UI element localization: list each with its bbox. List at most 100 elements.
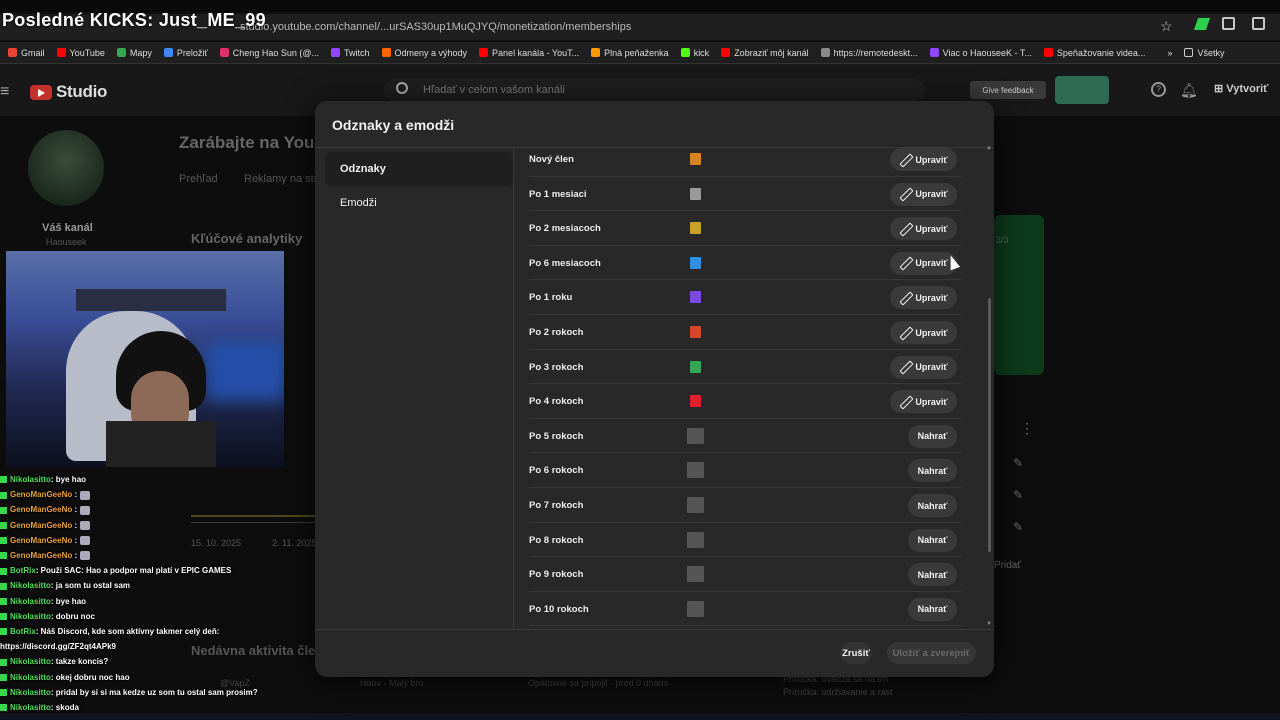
upload-badge-button[interactable]: Nahrať — [908, 528, 957, 552]
badge-row: Nový člen Upraviť — [529, 142, 961, 177]
upload-badge-button[interactable]: Nahrať — [908, 424, 957, 448]
feedback-button[interactable]: Give feedback — [970, 81, 1046, 99]
badge-green-icon — [690, 360, 701, 373]
badge-row: Po 1 mesiaci Upraviť — [529, 177, 961, 212]
nav-item-badges[interactable]: Odznaky — [325, 152, 513, 186]
create-button[interactable]: ⊞ Vytvoriť — [1214, 82, 1268, 95]
stream-extension-button[interactable] — [1055, 76, 1109, 104]
bookmark-item[interactable]: Viac o HaouseeK - T... — [929, 48, 1032, 58]
pencil-icon — [899, 361, 911, 373]
badge-name: Po 2 rokoch — [529, 327, 584, 338]
edit-badge-button[interactable]: Upraviť — [890, 286, 957, 310]
bookmark-item[interactable]: Zobraziť môj kanál — [721, 47, 809, 58]
bookmark-item[interactable]: Gmail — [8, 48, 45, 58]
pencil-icon — [899, 396, 911, 408]
url-text[interactable]: studio.youtube.com/channel/...urSAS30up1… — [240, 21, 631, 33]
pencil-icon — [899, 292, 911, 304]
add-button[interactable]: Pridať — [994, 560, 1021, 571]
dialog-title: Odznaky a emodži — [332, 117, 455, 133]
divider — [513, 148, 514, 629]
bookmark-item[interactable]: Speňažovanie videa... — [1043, 48, 1145, 58]
badge-purple-icon — [690, 291, 701, 304]
bookmark-item[interactable]: Mapy — [116, 48, 152, 58]
badge-row: Po 2 mesiacoch Upraviť — [529, 211, 961, 246]
upload-badge-button[interactable]: Nahrať — [908, 459, 957, 483]
studio-logo[interactable]: Studio — [30, 82, 107, 102]
upload-badge-button[interactable]: Nahrať — [908, 494, 957, 517]
edit-badge-button[interactable]: Upraviť — [890, 182, 957, 206]
edit-badge-button[interactable]: Upraviť — [890, 355, 957, 379]
save-publish-button[interactable]: Uložiť a zverejniť — [887, 642, 976, 664]
help-icon[interactable]: ? — [1151, 82, 1166, 97]
badge-placeholder-icon — [687, 462, 704, 479]
upload-badge-button[interactable]: Nahrať — [908, 563, 957, 587]
edit-badge-button[interactable]: Upraviť — [890, 321, 957, 344]
tab-ads[interactable]: Reklamy na str — [244, 173, 317, 185]
upload-badge-button[interactable]: Nahrať — [908, 597, 957, 621]
bookmark-label: Cheng Hao Sun (@... — [232, 47, 319, 58]
bookmark-label: Zobraziť môj kanál — [734, 47, 809, 58]
guide-link[interactable]: Príručka: udržiavanie a rast — [783, 686, 893, 699]
edit-badge-button[interactable]: Upraviť — [890, 251, 957, 275]
chat-username: Nikolasitto — [10, 596, 51, 606]
chat-username: Nikolasitto — [10, 657, 51, 667]
bookmark-favicon-icon — [163, 48, 173, 57]
bookmark-item[interactable]: Cheng Hao Sun (@... — [219, 47, 319, 58]
chat-text: : takze koncis? — [50, 657, 109, 667]
badge-row: Po 9 rokoch Nahrať — [529, 557, 961, 592]
scroll-down-icon[interactable]: ▼ — [986, 621, 992, 627]
cancel-button[interactable]: Zrušiť — [840, 642, 872, 664]
badge-name: Po 7 rokoch — [529, 500, 584, 511]
badge-row: Po 2 rokoch Upraviť — [529, 315, 961, 350]
button-label: Nahrať — [917, 500, 948, 511]
edit-pencil-icon[interactable]: ✎ — [1013, 456, 1023, 470]
bookmarks-folder[interactable]: Všetky — [1184, 48, 1224, 58]
badge-row: Po 3 rokoch Upraviť — [529, 350, 961, 385]
scroll-up-icon[interactable]: ▲ — [986, 145, 992, 151]
bookmark-favicon-icon — [219, 48, 229, 57]
bookmark-item[interactable]: Panel kanála - YouT... — [479, 48, 579, 58]
bookmark-favicon-icon — [381, 48, 391, 57]
window-icon[interactable] — [1252, 17, 1265, 30]
edit-badge-button[interactable]: Upraviť — [890, 217, 957, 241]
scrollbar-thumb[interactable] — [988, 298, 991, 552]
kick-badge-icon — [0, 674, 7, 682]
bookmark-star-icon[interactable]: ☆ — [1160, 18, 1173, 35]
chat-username: Nikolasitto — [10, 611, 51, 621]
more-options-icon[interactable]: ⋮ — [1020, 420, 1034, 437]
badge-row: Po 5 rokoch Nahrať — [529, 419, 961, 454]
bookmark-label: Plná peňaženka — [604, 47, 669, 58]
badge-gray-icon — [690, 187, 701, 200]
bookmark-item[interactable]: YouTube — [56, 48, 105, 58]
bookmark-item[interactable]: https://remotedeskt... — [820, 48, 918, 58]
bookmarks-more-icon[interactable]: » — [1167, 48, 1172, 58]
channel-avatar[interactable] — [28, 130, 104, 206]
kick-badge-icon — [0, 704, 7, 712]
chat-text: : — [72, 490, 78, 500]
chat-message: GenoManGeeNo : — [0, 533, 300, 548]
analytics-heading: Kľúčové analytiky — [191, 231, 303, 246]
bookmark-item[interactable]: kick — [680, 48, 709, 58]
button-label: Upraviť — [915, 258, 948, 269]
extensions-puzzle-icon[interactable] — [1222, 17, 1235, 30]
kick-badge-icon — [0, 628, 7, 636]
folder-label: Všetky — [1197, 47, 1225, 58]
edit-pencil-icon[interactable]: ✎ — [1013, 520, 1023, 534]
bookmark-item[interactable]: Odmeny a výhody — [381, 48, 467, 58]
badge-row: Po 8 rokoch Nahrať — [529, 523, 961, 558]
bookmark-item[interactable]: Plná peňaženka — [591, 48, 669, 58]
menu-icon[interactable]: ≡ — [0, 83, 9, 101]
chat-username: GenoManGeeNo — [10, 505, 73, 515]
edit-badge-button[interactable]: Upraviť — [890, 390, 957, 414]
notifications-bell-icon[interactable]: 🔔︎ — [1180, 82, 1198, 99]
edit-badge-button[interactable]: Upraviť — [890, 148, 957, 171]
bookmark-item[interactable]: Preložiť — [163, 48, 208, 58]
chat-message: Nikolasitto: skoda — [0, 700, 300, 715]
bookmark-item[interactable]: Twitch — [330, 48, 370, 58]
kick-badge-icon — [0, 476, 7, 484]
nav-item-emoji[interactable]: Emodži — [325, 186, 513, 220]
badge-crimson-icon — [690, 395, 701, 408]
tab-overview[interactable]: Prehľad — [179, 173, 218, 185]
edit-pencil-icon[interactable]: ✎ — [1013, 488, 1023, 502]
badge-row: Po 6 mesiacoch Upraviť — [529, 246, 961, 281]
